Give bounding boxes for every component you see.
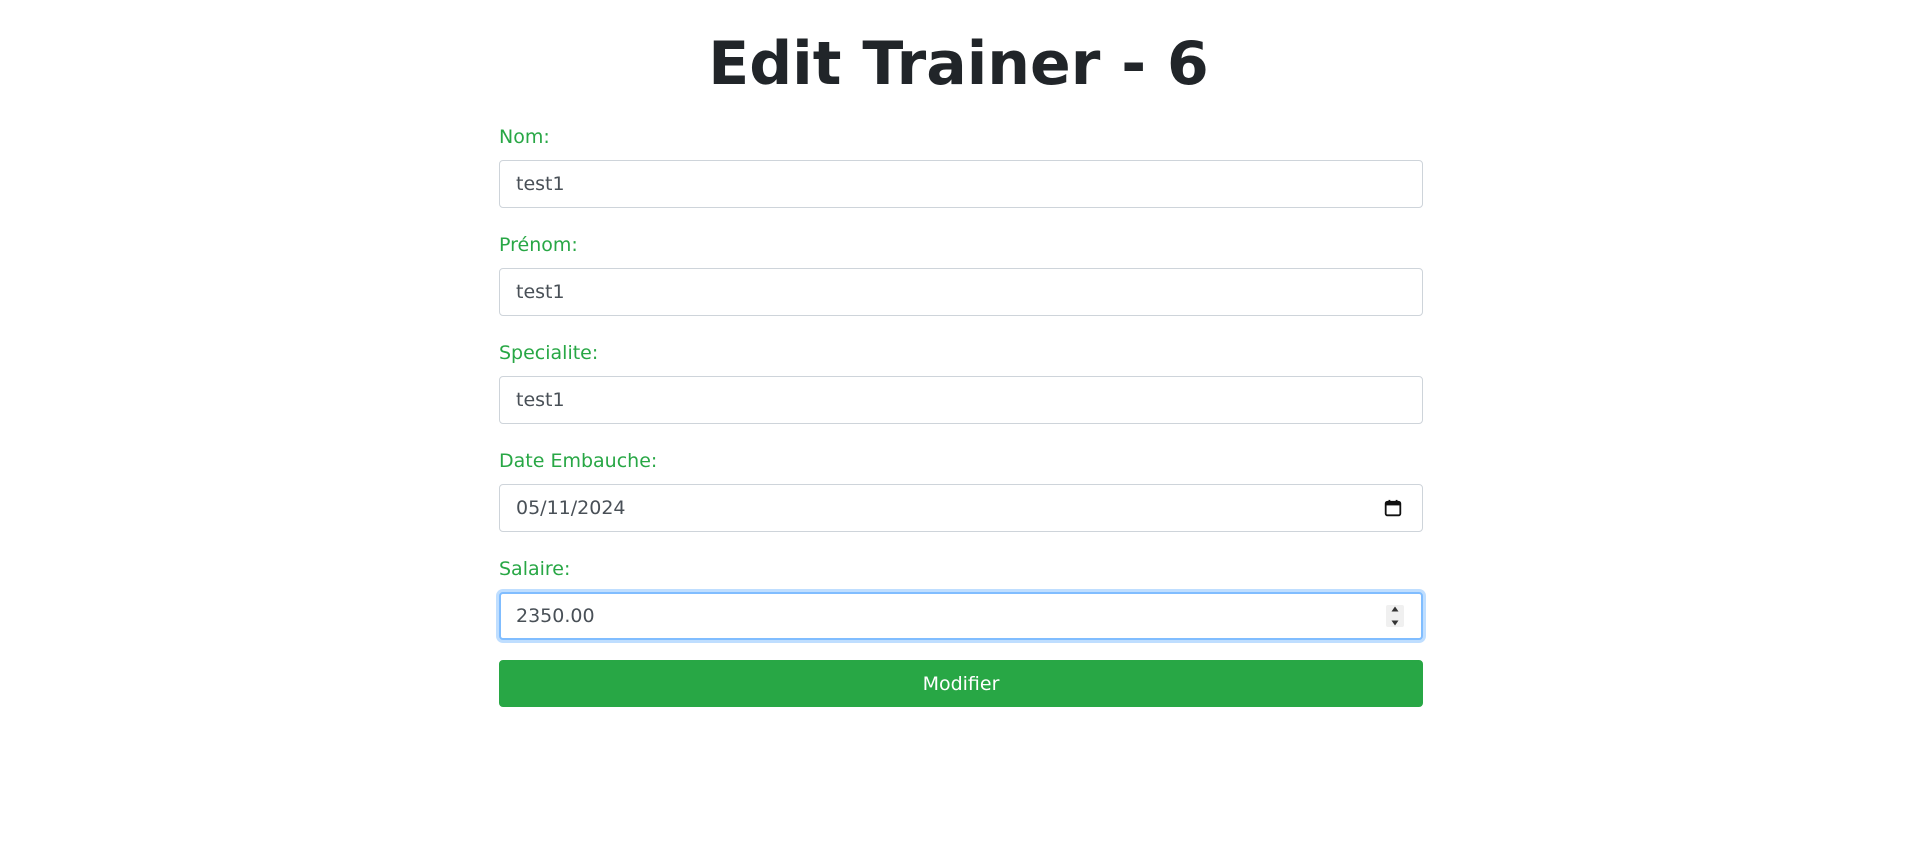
page: Edit Trainer - 6 Nom: test1 Prénom: test… [0,0,1917,862]
salaire-label: Salaire: [499,558,571,580]
specialite-value: test1 [516,389,565,411]
date-embauche-input[interactable]: 05/11/2024 [499,484,1423,532]
prenom-input[interactable]: test1 [499,268,1423,316]
spinner-up-icon[interactable] [1390,605,1400,613]
date-embauche-label: Date Embauche: [499,450,658,472]
calendar-icon[interactable] [1384,499,1402,517]
spinner-down-icon[interactable] [1390,619,1400,627]
specialite-input[interactable]: test1 [499,376,1423,424]
date-embauche-value: 05/11/2024 [516,497,626,519]
nom-value: test1 [516,173,565,195]
page-title: Edit Trainer - 6 [708,29,1209,99]
spinner-icon[interactable] [1386,605,1404,627]
date-embauche-group: Date Embauche: 05/11/2024 [499,448,1423,556]
salaire-group: Salaire: 2350.00 [499,556,1423,664]
prenom-group: Prénom: test1 [499,232,1423,340]
nom-input[interactable]: test1 [499,160,1423,208]
prenom-label: Prénom: [499,234,578,256]
modifier-button[interactable]: Modifier [499,660,1423,707]
salaire-value: 2350.00 [516,605,595,627]
salaire-input[interactable]: 2350.00 [499,592,1423,640]
nom-label: Nom: [499,126,550,148]
nom-group: Nom: test1 [499,124,1423,232]
edit-trainer-form: Nom: test1 Prénom: test1 Specialite: tes… [499,124,1423,664]
specialite-label: Specialite: [499,342,599,364]
specialite-group: Specialite: test1 [499,340,1423,448]
prenom-value: test1 [516,281,565,303]
